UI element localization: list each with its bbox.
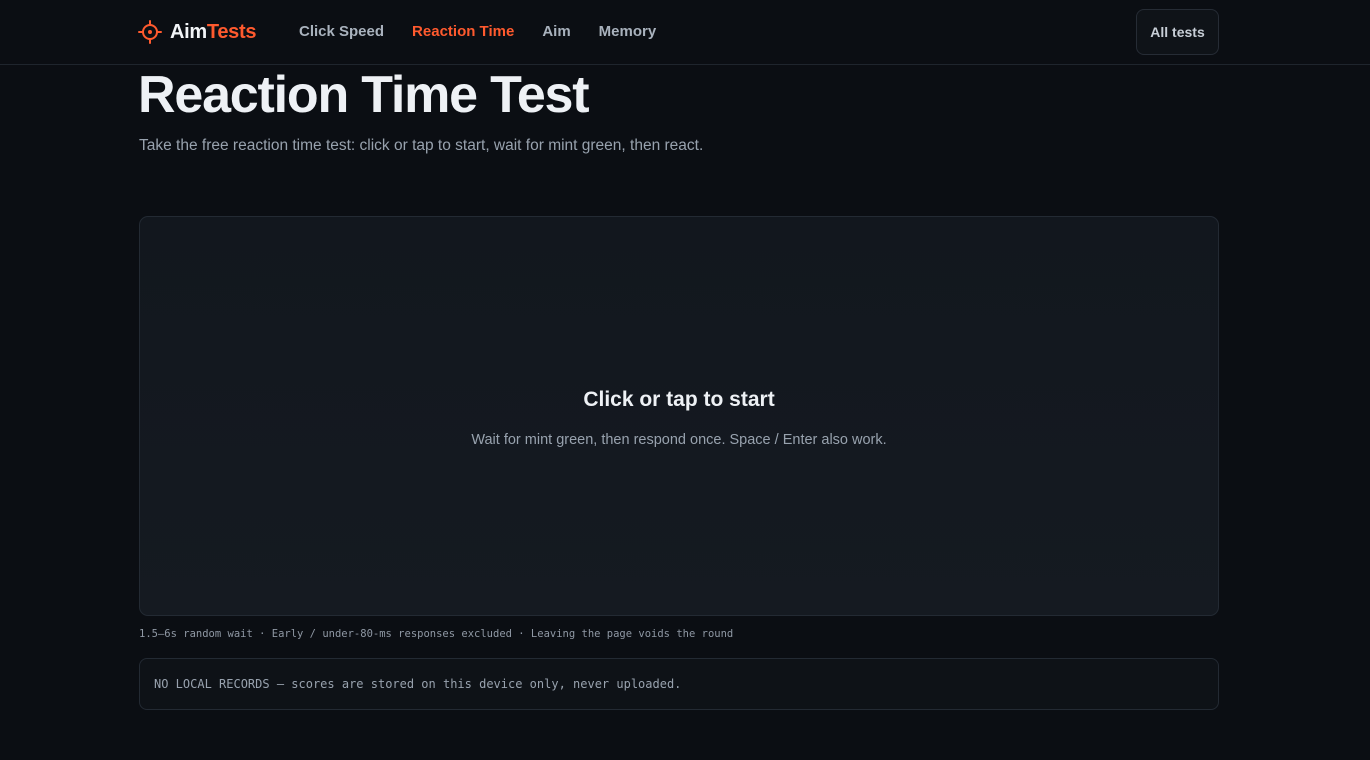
local-records-panel: NO LOCAL RECORDS — scores are stored on … [139,658,1219,710]
page-subtitle: Take the free reaction time test: click … [139,137,704,154]
records-status-text: NO LOCAL RECORDS — scores are stored on … [154,677,682,691]
nav-item-aim[interactable]: Aim [542,22,570,42]
rules-line: 1.5–6s random wait · Early / under-80-ms… [139,628,734,640]
top-navbar: AimTests Click Speed Reaction Time Aim M… [0,0,1370,65]
nav-item-reaction-time[interactable]: Reaction Time [412,22,514,42]
reaction-test-area[interactable]: Click or tap to start Wait for mint gree… [139,216,1219,616]
brand-name-part2: Tests [206,21,257,43]
nav-item-memory[interactable]: Memory [599,22,657,42]
start-prompt-title: Click or tap to start [583,388,775,411]
page-title: Reaction Time Test [138,66,590,124]
start-prompt-hint: Wait for mint green, then respond once. … [471,432,887,448]
nav-item-click-speed[interactable]: Click Speed [299,22,384,42]
brand-name-part1: Aim [170,21,207,43]
brand-name: AimTests [170,19,256,45]
crosshair-icon [138,20,162,44]
main-nav: Click Speed Reaction Time Aim Memory [299,22,656,42]
all-tests-button[interactable]: All tests [1136,9,1219,55]
brand-logo[interactable]: AimTests [138,19,256,45]
